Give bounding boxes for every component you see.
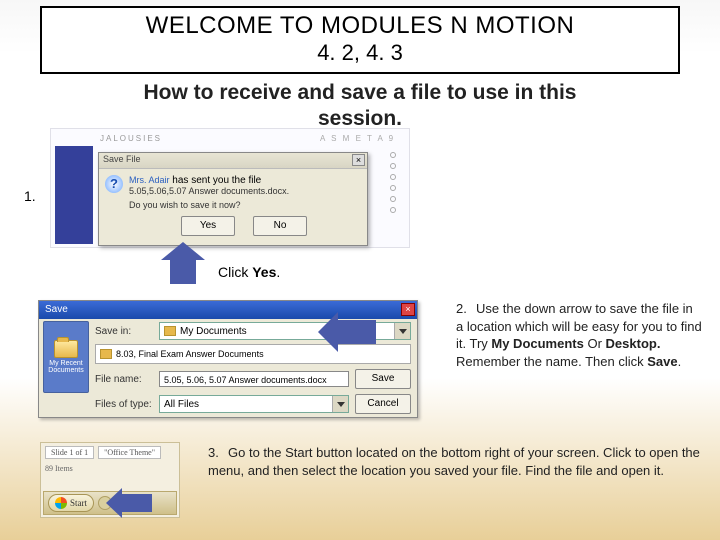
save-in-label: Save in: (95, 326, 153, 337)
folder-icon (100, 349, 112, 359)
title-banner: WELCOME TO MODULES N MOTION 4. 2, 4. 3 (40, 6, 680, 74)
subtitle-line1: How to receive and save a file to use in… (144, 81, 577, 104)
file-type-dropdown[interactable]: All Files (159, 395, 349, 413)
question-icon: ? (105, 175, 123, 193)
doc-letters-row: A S M E T A 9 (320, 134, 395, 143)
dialog-question: Do you wish to save it now? (129, 200, 359, 210)
no-button[interactable]: No (253, 216, 307, 236)
step-2-number: 2. (456, 300, 476, 318)
dialog-titlebar: Save File × (99, 153, 367, 169)
folder-contents-list[interactable]: 8.03, Final Exam Answer Documents (95, 344, 411, 364)
start-label: Start (70, 498, 87, 508)
windows-logo-icon (55, 497, 67, 509)
step-2-caption: 2.Use the down arrow to save the file in… (456, 300, 702, 370)
yes-button[interactable]: Yes (181, 216, 235, 236)
save-dialog-title: Save (45, 304, 68, 315)
chevron-down-icon[interactable] (332, 396, 348, 412)
save-button[interactable]: Save (355, 369, 411, 389)
arrow-left-icon (336, 320, 376, 344)
chevron-down-icon[interactable] (394, 323, 410, 339)
folder-icon (54, 340, 78, 358)
step-1: 1. JALOUSIES A S M E T A 9 Save File × ?… (0, 128, 720, 273)
list-item-label: 8.03, Final Exam Answer Documents (116, 349, 264, 359)
folder-icon (164, 326, 176, 336)
close-icon[interactable]: × (352, 154, 365, 166)
thumb-tab-slide: Slide 1 of 1 (45, 446, 94, 459)
thumb-tab-theme: "Office Theme" (98, 446, 161, 459)
file-type-label: Files of type: (95, 399, 153, 410)
sent-you-text: has sent you the file (172, 175, 261, 186)
subtitle-line2: session. (318, 107, 402, 130)
doc-radio-column (390, 152, 396, 213)
step-1-caption: Click Yes. (218, 264, 280, 280)
dialog-title: Save File (103, 154, 141, 164)
document-side-panel (55, 146, 93, 244)
title-line1: WELCOME TO MODULES N MOTION (46, 12, 674, 40)
sender-name: Mrs. Adair (129, 175, 170, 185)
step-2: Save × My Recent Documents Save in: My D… (0, 300, 720, 440)
step-3: Slide 1 of 1 "Office Theme" 89 Items Sta… (0, 442, 720, 537)
title-line2: 4. 2, 4. 3 (46, 40, 674, 66)
save-in-value: My Documents (180, 326, 247, 337)
save-file-prompt-dialog: Save File × ? Mrs. Adair has sent you th… (98, 152, 368, 246)
start-button[interactable]: Start (48, 494, 94, 512)
slide-canvas: WELCOME TO MODULES N MOTION 4. 2, 4. 3 H… (0, 0, 720, 540)
dialog-filename: 5.05,5.06,5.07 Answer documents.docx. (129, 186, 359, 196)
file-name-input[interactable]: 5.05, 5.06, 5.07 Answer documents.docx (159, 371, 349, 387)
doc-heading-text: JALOUSIES (100, 134, 162, 143)
save-dialog-titlebar: Save × (39, 301, 417, 319)
arrow-left-icon (120, 494, 152, 512)
step-3-caption: 3.Go to the Start button located on the … (208, 444, 708, 479)
step-3-number: 3. (208, 444, 228, 462)
cancel-button[interactable]: Cancel (355, 394, 411, 414)
file-name-label: File name: (95, 374, 153, 385)
file-type-value: All Files (164, 399, 199, 410)
save-dialog: Save × My Recent Documents Save in: My D… (38, 300, 418, 418)
subtitle: How to receive and save a file to use in… (0, 80, 720, 133)
thumb-items-count: 89 Items (41, 462, 179, 475)
step-1-number: 1. (24, 188, 36, 204)
close-icon[interactable]: × (401, 303, 415, 316)
arrow-up-icon (170, 258, 196, 284)
